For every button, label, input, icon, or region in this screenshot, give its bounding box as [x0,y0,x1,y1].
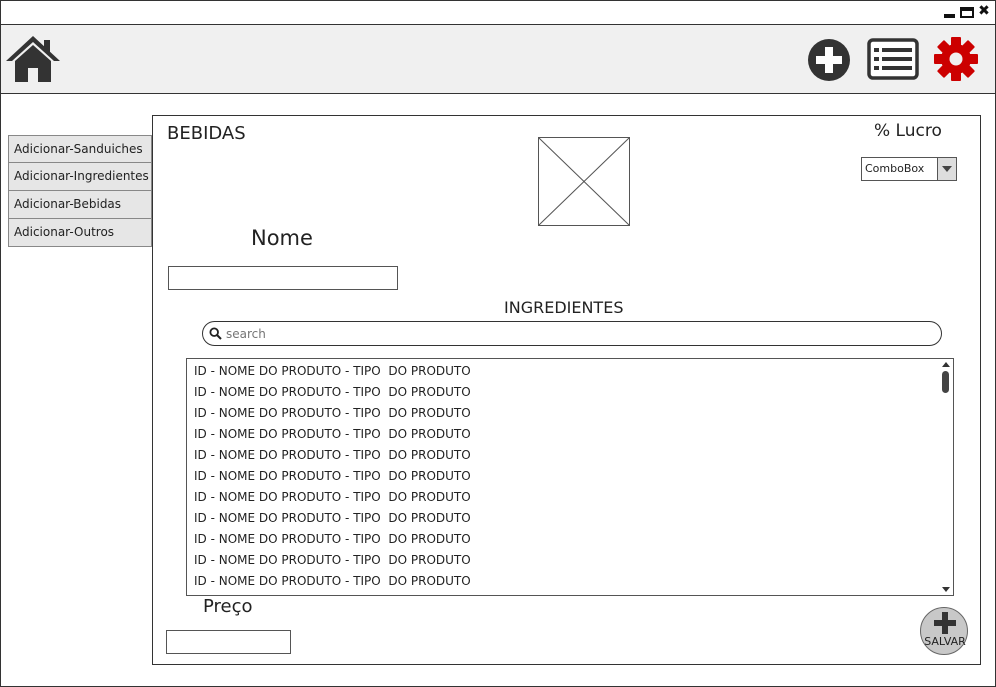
sidebar-menu: Adicionar-Sanduiches Adicionar-Ingredien… [8,135,152,247]
maximize-icon[interactable] [960,7,974,18]
close-icon[interactable]: ✖ [977,4,991,19]
sidebar-item-sanduiches[interactable]: Adicionar-Sanduiches [8,135,152,163]
lucro-combobox[interactable]: ComboBox [861,157,957,181]
scroll-up-icon[interactable] [942,362,950,367]
list-scrollbar[interactable] [939,359,953,595]
scroll-down-icon[interactable] [942,587,950,592]
preco-input[interactable] [166,630,291,654]
list-icon [867,38,919,80]
list-item[interactable]: ID - NOME DO PRODUTO - TIPO DO PRODUTO [187,508,939,529]
plus-circle-icon [808,39,850,81]
page-title: BEBIDAS [167,123,246,144]
search-input[interactable] [226,326,941,341]
list-item[interactable]: ID - NOME DO PRODUTO - TIPO DO PRODUTO [187,550,939,571]
image-placeholder-icon [538,137,630,226]
app-window: ✖ Adicionar-Sanduiches Adicionar-Ingredi… [0,0,996,687]
add-button[interactable] [807,38,851,82]
combobox-value: ComboBox [865,162,925,175]
ingredientes-label: INGREDIENTES [504,298,624,317]
list-item[interactable]: ID - NOME DO PRODUTO - TIPO DO PRODUTO [187,382,939,403]
minimize-icon[interactable] [943,5,957,19]
lucro-label: % Lucro [874,121,942,141]
list-item[interactable]: ID - NOME DO PRODUTO - TIPO DO PRODUTO [187,403,939,424]
home-button[interactable] [4,34,62,84]
sidebar-item-bebidas[interactable]: Adicionar-Bebidas [8,191,152,219]
form-panel: BEBIDAS % Lucro ComboBox Nome INGREDIENT… [152,115,981,665]
list-button[interactable] [867,38,919,80]
image-placeholder[interactable] [538,137,630,226]
plus-icon [934,612,956,634]
chevron-down-icon[interactable] [937,158,956,180]
search-box[interactable] [202,321,942,346]
preco-label: Preço [203,596,253,617]
save-button-label: SALVAR [924,635,966,648]
window-controls: ✖ [943,4,991,19]
home-icon [6,36,60,82]
list-item[interactable]: ID - NOME DO PRODUTO - TIPO DO PRODUTO [187,487,939,508]
ingredients-list[interactable]: ID - NOME DO PRODUTO - TIPO DO PRODUTO I… [186,358,954,596]
sidebar-item-outros[interactable]: Adicionar-Outros [8,219,152,247]
list-item[interactable]: ID - NOME DO PRODUTO - TIPO DO PRODUTO [187,445,939,466]
nome-input[interactable] [168,266,398,290]
list-item[interactable]: ID - NOME DO PRODUTO - TIPO DO PRODUTO [187,571,939,592]
list-item[interactable]: ID - NOME DO PRODUTO - TIPO DO PRODUTO [187,466,939,487]
title-bar: ✖ [1,1,995,25]
list-item[interactable]: ID - NOME DO PRODUTO - TIPO DO PRODUTO [187,529,939,550]
scroll-thumb[interactable] [942,371,949,393]
search-icon [209,327,222,340]
settings-button[interactable] [933,36,979,82]
list-item[interactable]: ID - NOME DO PRODUTO - TIPO DO PRODUTO [187,361,939,382]
save-button[interactable]: SALVAR [920,607,968,655]
gear-icon [934,37,978,81]
nome-label: Nome [251,226,313,250]
list-item[interactable]: ID - NOME DO PRODUTO - TIPO DO PRODUTO [187,424,939,445]
sidebar-item-ingredientes[interactable]: Adicionar-Ingredientes [8,163,152,191]
